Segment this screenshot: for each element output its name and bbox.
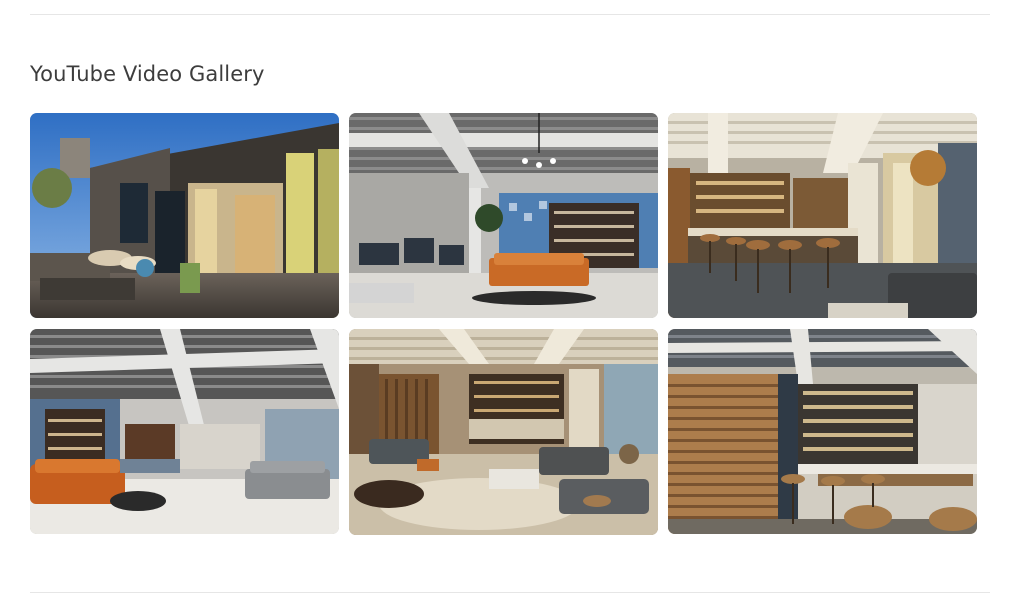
video-thumbnail-coworking-lounge[interactable] [349, 113, 658, 318]
video-thumbnail-rooftop-terrace[interactable] [30, 113, 339, 318]
rooftop-terrace-image [30, 113, 339, 318]
bar-counter-image [668, 113, 977, 318]
bottom-divider [30, 592, 990, 593]
gallery-title: YouTube Video Gallery [30, 62, 265, 86]
lobby-bar-image [349, 329, 658, 535]
top-divider [30, 14, 990, 15]
cocktail-bar-image [668, 329, 977, 534]
video-thumbnail-bar-counter[interactable] [668, 113, 977, 318]
video-thumbnail-cocktail-bar[interactable] [668, 329, 977, 534]
video-gallery-grid [30, 113, 978, 535]
open-lounge-image [30, 329, 339, 534]
coworking-lounge-image [349, 113, 658, 318]
video-thumbnail-open-lounge[interactable] [30, 329, 339, 534]
video-thumbnail-lobby-bar[interactable] [349, 329, 658, 535]
